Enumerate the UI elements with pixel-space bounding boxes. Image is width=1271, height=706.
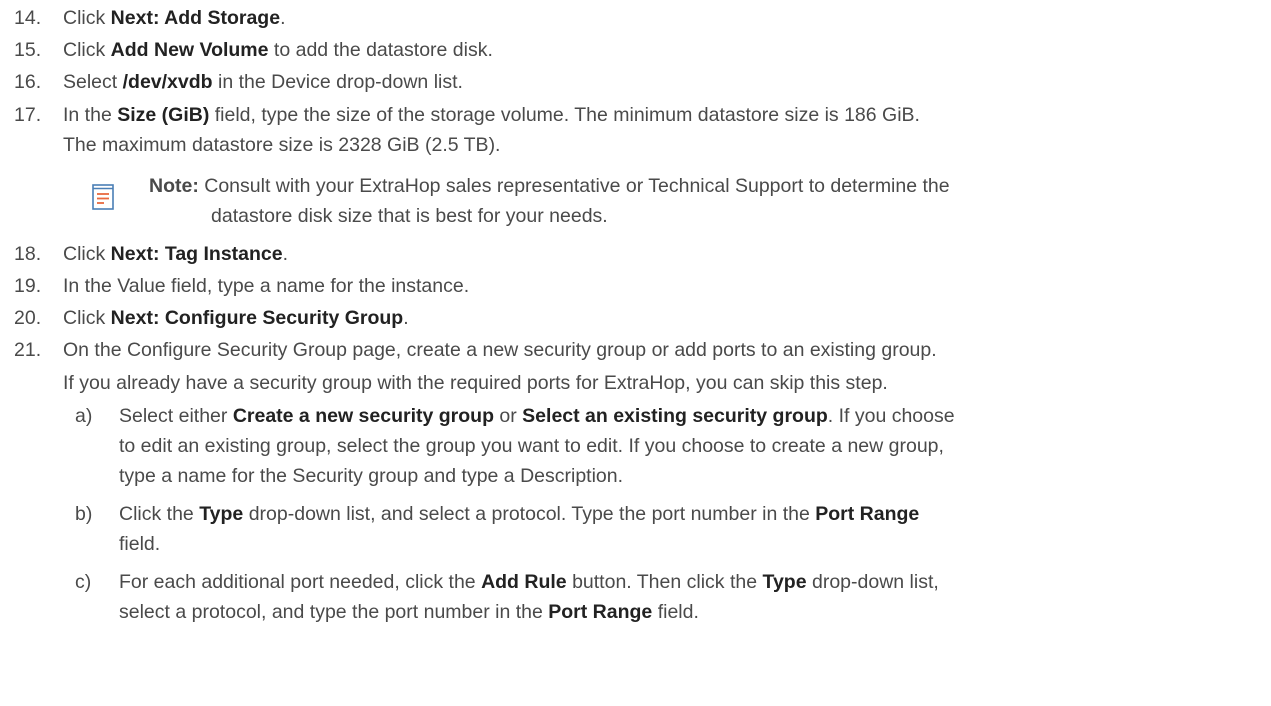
step-text: On the Configure Security Group page, cr…	[63, 339, 937, 361]
substep-label: a)	[75, 405, 93, 427]
step-text: Select either	[119, 405, 233, 427]
note-icon	[92, 184, 114, 210]
note-text: Consult with your ExtraHop sales represe…	[198, 175, 950, 197]
step-text: .	[403, 307, 409, 329]
step-text: select a protocol, and type the port num…	[119, 601, 549, 623]
note-text: datastore disk size that is best for you…	[211, 205, 608, 227]
step-text: In the Value field, type a name for the …	[63, 275, 470, 297]
step-text: to edit an existing group, select the gr…	[119, 435, 944, 457]
step-text: Click	[63, 7, 111, 29]
step-number: 16.	[14, 71, 42, 93]
step-text: Click	[63, 307, 111, 329]
step-text: For each additional port needed, click t…	[119, 571, 482, 593]
step-text: The maximum datastore size is 2328 GiB (…	[63, 134, 501, 156]
step-number: 18.	[14, 243, 42, 265]
substep-label: b)	[75, 503, 93, 525]
note-label: Note:	[149, 175, 199, 197]
step-text: or	[493, 405, 523, 427]
step-number: 21.	[14, 339, 42, 361]
substep-label: c)	[75, 571, 92, 593]
step-text: Click	[63, 243, 111, 265]
step-text: to add the datastore disk.	[268, 39, 493, 61]
ui-term: /dev/xvdb	[122, 71, 213, 93]
step-number: 19.	[14, 275, 42, 297]
step-text: In the	[63, 104, 118, 126]
step-text: drop-down list, and select a protocol. T…	[243, 503, 816, 525]
ui-term: Next: Tag Instance	[110, 243, 283, 265]
ui-term: Type	[762, 571, 807, 593]
step-text: If you already have a security group wit…	[63, 372, 888, 394]
step-number: 20.	[14, 307, 42, 329]
step-text: drop-down list,	[806, 571, 939, 593]
ui-term: Add Rule	[481, 571, 567, 593]
step-text: button. Then click the	[566, 571, 763, 593]
step-text: Click the	[119, 503, 200, 525]
step-text: .	[282, 243, 289, 265]
step-text: . If you choose	[827, 405, 955, 427]
step-text: field.	[119, 533, 161, 555]
ui-term: Port Range	[815, 503, 920, 525]
step-text: field.	[652, 601, 699, 623]
step-text: in the Device drop-down list.	[212, 71, 463, 93]
ui-term: Create a new security group	[232, 405, 494, 427]
ui-term: Size (GiB)	[117, 104, 210, 126]
step-text: type a name for the Security group and t…	[119, 465, 624, 487]
step-text: .	[280, 7, 286, 29]
step-text: field, type the size of the storage volu…	[209, 104, 920, 126]
step-number: 14.	[14, 7, 42, 29]
ui-term: Next: Add Storage	[110, 7, 281, 29]
step-text: Click	[63, 39, 111, 61]
ui-term: Add New Volume	[110, 39, 269, 61]
step-text: Select	[63, 71, 123, 93]
ui-term: Select an existing security group	[522, 405, 828, 427]
ui-term: Port Range	[548, 601, 653, 623]
step-number: 15.	[14, 39, 42, 61]
ui-term: Next: Configure Security Group	[110, 307, 404, 329]
ui-term: Type	[199, 503, 244, 525]
step-number: 17.	[14, 104, 42, 126]
